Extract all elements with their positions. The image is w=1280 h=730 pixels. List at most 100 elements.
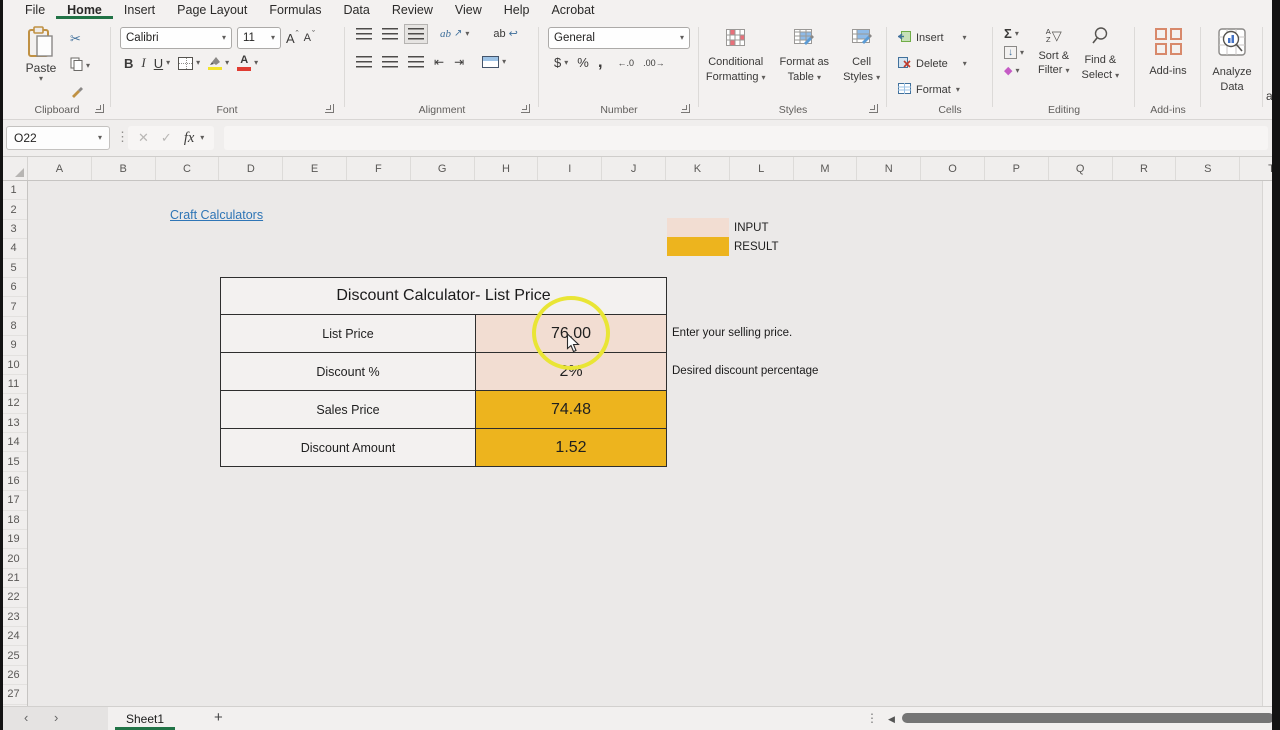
column-header-O[interactable]: O [921, 157, 985, 180]
number-format-combo[interactable]: General ▾ [548, 27, 690, 49]
enter-icon[interactable]: ✓ [161, 130, 172, 146]
column-header-P[interactable]: P [985, 157, 1049, 180]
percent-style-button[interactable]: % [577, 55, 589, 70]
align-left-button[interactable] [356, 56, 372, 68]
vertical-scrollbar[interactable] [1262, 181, 1272, 706]
column-header-A[interactable]: A [28, 157, 92, 180]
menu-tab-file[interactable]: File [14, 0, 56, 19]
row-header-23[interactable]: 23 [0, 608, 27, 627]
row-header-7[interactable]: 7 [0, 297, 27, 316]
column-header-L[interactable]: L [730, 157, 794, 180]
column-header-I[interactable]: I [538, 157, 602, 180]
next-sheet-arrow[interactable]: › [54, 710, 58, 725]
align-bottom-button[interactable] [408, 28, 424, 40]
column-header-G[interactable]: G [411, 157, 475, 180]
increase-decimal-button[interactable]: ←.0 [618, 58, 635, 68]
row-header-8[interactable]: 8 [0, 317, 27, 336]
insert-function-button[interactable]: fx [184, 130, 194, 147]
align-top-button[interactable] [356, 28, 372, 40]
clipboard-dialog-launcher[interactable] [95, 104, 104, 113]
font-name-combo[interactable]: Calibri ▾ [120, 27, 232, 49]
column-header-E[interactable]: E [283, 157, 347, 180]
copy-button[interactable]: ▾ [70, 56, 90, 76]
clear-button[interactable]: ◆▾ [1004, 64, 1024, 77]
menu-tab-formulas[interactable]: Formulas [258, 0, 332, 19]
menu-tab-data[interactable]: Data [332, 0, 380, 19]
row-header-5[interactable]: 5 [0, 259, 27, 278]
autosum-button[interactable]: Σ▾ [1004, 26, 1024, 41]
accounting-format-button[interactable]: $▾ [554, 55, 568, 70]
result-value-cell[interactable]: 74.48 [476, 391, 666, 428]
alignment-dialog-launcher[interactable] [521, 104, 530, 113]
row-header-15[interactable]: 15 [0, 452, 27, 471]
wrap-text-button[interactable]: ab ↩ [493, 27, 517, 40]
menu-tab-view[interactable]: View [444, 0, 493, 19]
decrease-indent-button[interactable]: ⇤ [434, 55, 444, 69]
column-header-K[interactable]: K [666, 157, 730, 180]
row-header-16[interactable]: 16 [0, 472, 27, 491]
bold-button[interactable]: B [124, 56, 133, 71]
underline-button[interactable]: U▾ [154, 56, 170, 71]
italic-button[interactable]: I [141, 55, 145, 71]
column-header-T[interactable]: T [1240, 157, 1272, 180]
formula-input[interactable] [224, 126, 1268, 150]
menu-tab-review[interactable]: Review [381, 0, 444, 19]
row-header-10[interactable]: 10 [0, 356, 27, 375]
insert-cells-button[interactable]: Insert ▾ [898, 28, 992, 48]
select-all-corner[interactable] [0, 157, 28, 180]
row-header-24[interactable]: 24 [0, 627, 27, 646]
prev-sheet-arrow[interactable]: ‹ [24, 710, 28, 725]
cut-button[interactable]: ✂ [70, 29, 90, 49]
hscroll-left-arrow[interactable]: ◀ [888, 714, 895, 725]
column-header-B[interactable]: B [92, 157, 156, 180]
column-header-C[interactable]: C [156, 157, 220, 180]
styles-dialog-launcher[interactable] [869, 104, 878, 113]
find-select-button[interactable]: Find & Select ▾ [1082, 27, 1120, 83]
shrink-font-button[interactable]: Aˇ [304, 32, 315, 44]
column-header-F[interactable]: F [347, 157, 411, 180]
row-header-9[interactable]: 9 [0, 336, 27, 355]
row-header-27[interactable]: 27 [0, 685, 27, 704]
sort-filter-button[interactable]: AZ ▽ Sort & Filter ▾ [1038, 27, 1070, 83]
column-header-J[interactable]: J [602, 157, 666, 180]
column-header-S[interactable]: S [1176, 157, 1240, 180]
row-header-18[interactable]: 18 [0, 511, 27, 530]
row-header-2[interactable]: 2 [0, 200, 27, 219]
grow-font-button[interactable]: Aˆ [286, 31, 299, 46]
row-header-26[interactable]: 26 [0, 666, 27, 685]
sheet-tab-sheet1[interactable]: Sheet1 [112, 707, 178, 730]
row-header-17[interactable]: 17 [0, 491, 27, 510]
menu-tab-acrobat[interactable]: Acrobat [540, 0, 605, 19]
number-dialog-launcher[interactable] [681, 104, 690, 113]
align-right-button[interactable] [408, 56, 424, 68]
borders-button[interactable]: ▾ [178, 57, 200, 70]
column-header-Q[interactable]: Q [1049, 157, 1113, 180]
increase-indent-button[interactable]: ⇥ [454, 55, 464, 69]
row-header-1[interactable]: 1 [0, 181, 27, 200]
row-header-11[interactable]: 11 [0, 375, 27, 394]
row-header-25[interactable]: 25 [0, 646, 27, 665]
paste-button[interactable]: Paste ▾ [16, 26, 66, 102]
fill-color-button[interactable]: ▾ [208, 56, 229, 71]
menu-tab-page-layout[interactable]: Page Layout [166, 0, 258, 19]
craft-calculators-link[interactable]: Craft Calculators [170, 208, 263, 222]
column-header-H[interactable]: H [475, 157, 539, 180]
row-header-6[interactable]: 6 [0, 278, 27, 297]
cancel-icon[interactable]: ✕ [138, 130, 149, 146]
add-sheet-button[interactable]: + [214, 709, 223, 726]
analyze-data-button[interactable]: Analyze Data [1204, 28, 1260, 95]
horizontal-scrollbar-thumb[interactable] [902, 713, 1274, 723]
format-cells-button[interactable]: Format ▾ [898, 80, 992, 100]
column-header-R[interactable]: R [1113, 157, 1177, 180]
align-center-button[interactable] [382, 56, 398, 68]
column-header-M[interactable]: M [794, 157, 858, 180]
format-painter-button[interactable] [70, 83, 90, 103]
name-box[interactable]: O22 ▾ [6, 126, 110, 150]
comma-style-button[interactable]: , [598, 57, 603, 67]
row-header-22[interactable]: 22 [0, 588, 27, 607]
fill-button[interactable]: ↓▾ [1004, 46, 1024, 59]
menu-tab-help[interactable]: Help [493, 0, 541, 19]
row-header-3[interactable]: 3 [0, 220, 27, 239]
menu-tab-home[interactable]: Home [56, 0, 113, 19]
font-dialog-launcher[interactable] [325, 104, 334, 113]
